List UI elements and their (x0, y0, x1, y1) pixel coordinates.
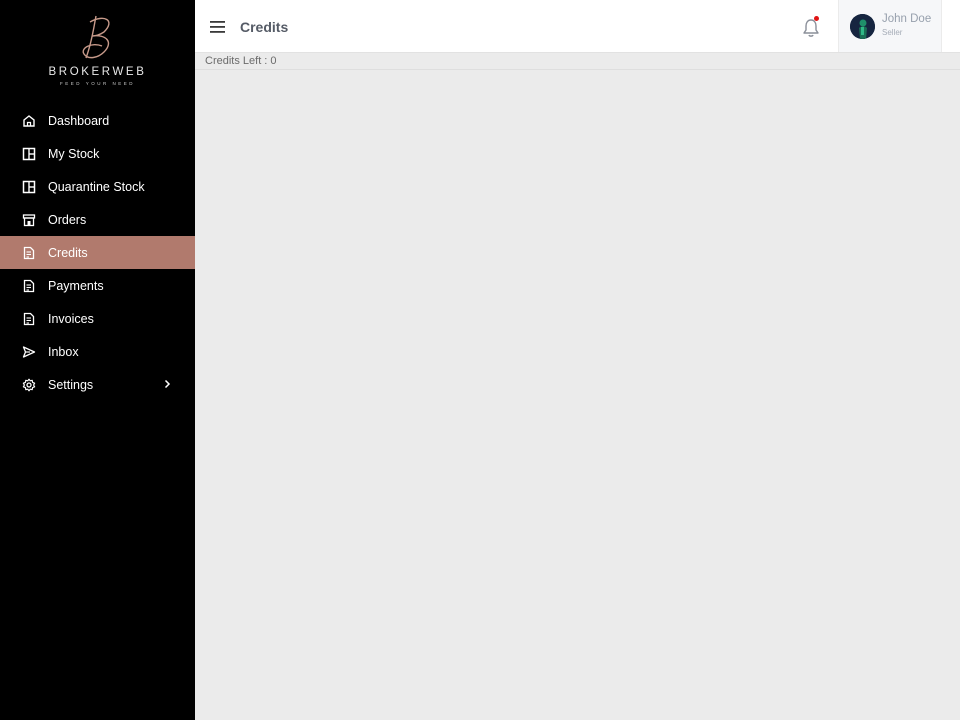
sidebar-item-settings[interactable]: Settings (0, 368, 195, 401)
document-icon (22, 246, 36, 260)
page-title: Credits (240, 19, 289, 35)
sidebar-item-label: Payments (48, 278, 104, 293)
gear-icon (22, 378, 36, 392)
logo-mark-icon (82, 15, 110, 59)
user-menu[interactable]: John Doe Seller (838, 0, 942, 52)
sidebar-item-quarantine-stock[interactable]: Quarantine Stock (0, 170, 195, 203)
sidebar-item-payments[interactable]: Payments (0, 269, 195, 302)
sidebar-item-label: Quarantine Stock (48, 179, 145, 194)
avatar (850, 14, 875, 39)
sidebar-item-label: Credits (48, 245, 88, 260)
main-content: Credits Left : 0 (195, 53, 960, 720)
quarantine-icon (22, 180, 36, 194)
credits-left-text: Credits Left : 0 (205, 55, 277, 67)
sidebar-item-invoices[interactable]: Invoices (0, 302, 195, 335)
sidebar-item-orders[interactable]: Orders (0, 203, 195, 236)
credits-summary-bar: Credits Left : 0 (195, 53, 960, 70)
chevron-right-icon (164, 379, 171, 389)
sidebar-item-label: Inbox (48, 344, 79, 359)
brand-logo[interactable]: BROKERWEB FEED YOUR NEED (0, 0, 195, 100)
brand-name: BROKERWEB (48, 66, 147, 78)
sidebar-item-label: Orders (48, 212, 87, 227)
brand-tagline: FEED YOUR NEED (60, 81, 135, 86)
sidebar-item-label: Invoices (48, 311, 94, 326)
document-icon (22, 312, 36, 326)
hamburger-menu-icon[interactable] (210, 20, 225, 34)
user-name: John Doe (882, 13, 932, 25)
send-icon (22, 345, 36, 359)
sidebar-item-label: Settings (48, 377, 94, 392)
sidebar-item-my-stock[interactable]: My Stock (0, 137, 195, 170)
sidebar: BROKERWEB FEED YOUR NEED Dashboard My St… (0, 0, 195, 720)
home-icon (22, 114, 36, 128)
stock-icon (22, 147, 36, 161)
store-icon (22, 213, 36, 227)
sidebar-item-inbox[interactable]: Inbox (0, 335, 195, 368)
sidebar-item-dashboard[interactable]: Dashboard (0, 104, 195, 137)
notification-dot (814, 16, 819, 21)
document-icon (22, 279, 36, 293)
user-role: Seller (882, 28, 903, 37)
top-bar: Credits John Doe Seller (195, 0, 960, 53)
sidebar-item-label: My Stock (48, 146, 100, 161)
sidebar-item-credits[interactable]: Credits (0, 236, 195, 269)
sidebar-nav: Dashboard My Stock Quarantine Stock Orde… (0, 104, 195, 401)
sidebar-item-label: Dashboard (48, 113, 110, 128)
